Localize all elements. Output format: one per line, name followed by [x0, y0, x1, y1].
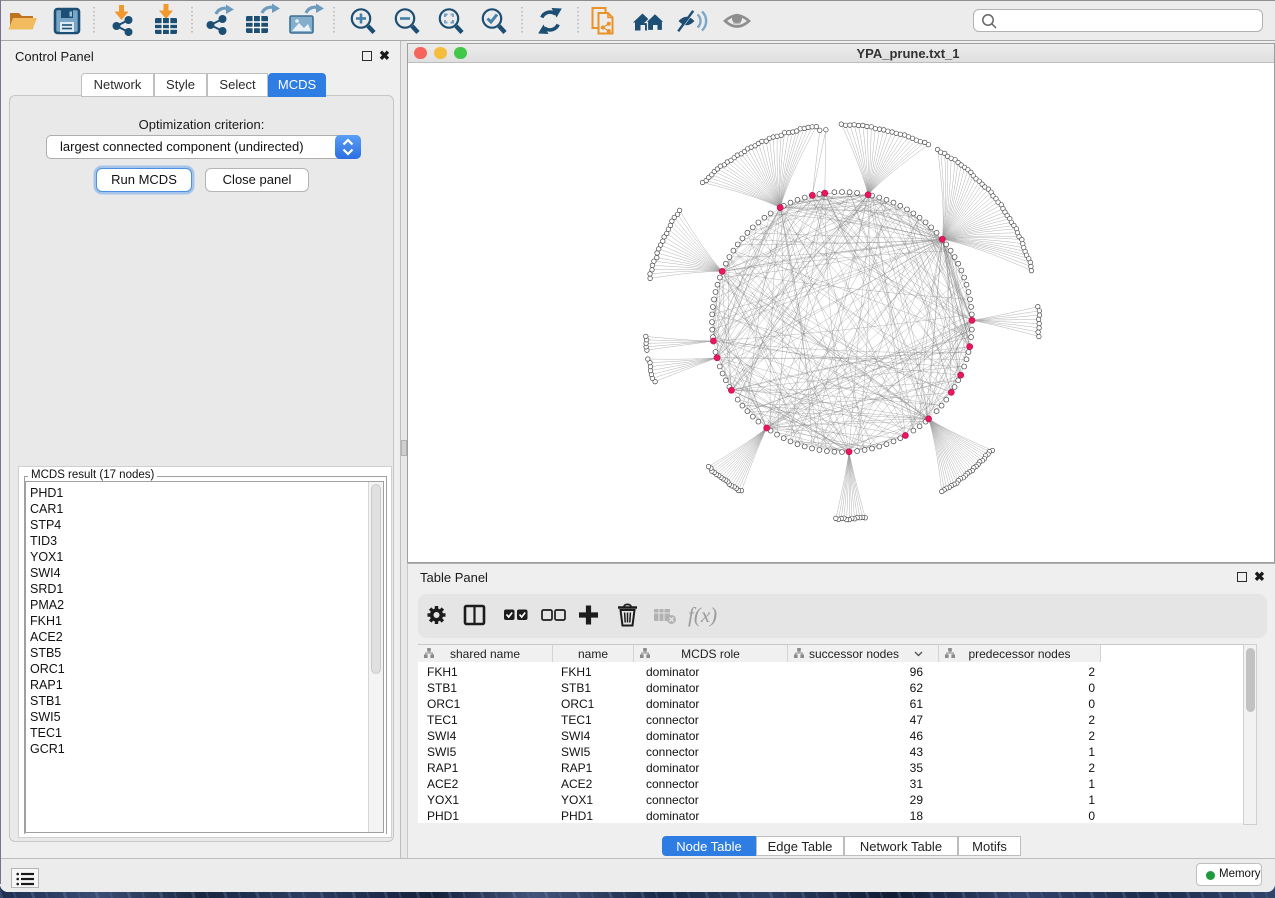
svg-text:f(x): f(x) [688, 603, 717, 627]
